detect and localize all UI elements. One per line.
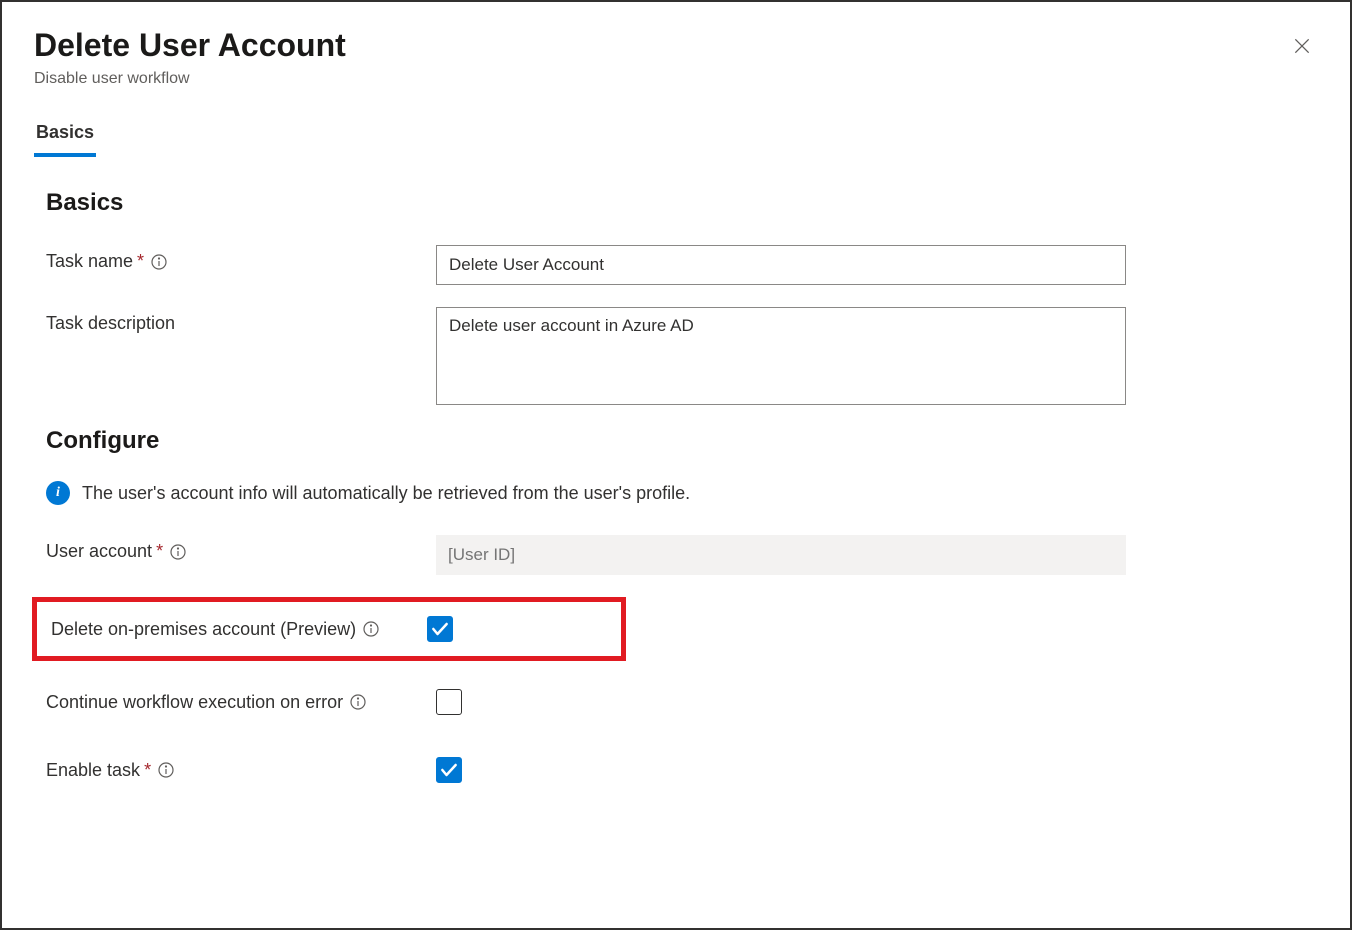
content-area: Basics Task name * Task description Del (34, 189, 1318, 783)
delete-on-premises-label: Delete on-premises account (Preview) (51, 619, 427, 640)
highlight-box: Delete on-premises account (Preview) (32, 597, 626, 661)
tabs: Basics (34, 116, 1318, 157)
task-description-label: Task description (46, 307, 436, 334)
task-edit-panel: Delete User Account Disable user workflo… (0, 0, 1352, 930)
delete-on-premises-checkbox[interactable] (427, 616, 453, 642)
user-account-row: User account * (46, 535, 1318, 575)
task-name-input[interactable] (436, 245, 1126, 285)
user-account-input (436, 535, 1126, 575)
info-banner: i The user's account info will automatic… (46, 481, 1318, 505)
info-icon[interactable] (362, 620, 380, 638)
required-marker: * (144, 760, 151, 781)
task-name-label: Task name * (46, 245, 436, 272)
info-banner-text: The user's account info will automatical… (82, 483, 690, 504)
task-description-input[interactable]: Delete user account in Azure AD (436, 307, 1126, 405)
delete-on-premises-row: Delete on-premises account (Preview) (51, 616, 621, 642)
section-configure-title: Configure (46, 427, 1318, 455)
close-button[interactable] (1286, 30, 1318, 65)
continue-on-error-checkbox[interactable] (436, 689, 462, 715)
task-description-row: Task description Delete user account in … (46, 307, 1318, 405)
panel-header: Delete User Account Disable user workflo… (34, 26, 1318, 88)
info-icon[interactable] (349, 693, 367, 711)
enable-task-row: Enable task * (46, 757, 1318, 783)
enable-task-checkbox[interactable] (436, 757, 462, 783)
required-marker: * (156, 541, 163, 562)
continue-on-error-row: Continue workflow execution on error (46, 689, 1318, 715)
panel-title: Delete User Account (34, 26, 346, 64)
info-icon[interactable] (157, 761, 175, 779)
section-basics-title: Basics (46, 189, 1318, 217)
enable-task-label: Enable task * (46, 760, 436, 781)
continue-on-error-label: Continue workflow execution on error (46, 692, 436, 713)
tab-basics[interactable]: Basics (34, 116, 96, 157)
required-marker: * (137, 251, 144, 272)
info-icon[interactable] (169, 543, 187, 561)
user-account-label: User account * (46, 535, 436, 562)
close-icon (1292, 44, 1312, 59)
panel-subtitle: Disable user workflow (34, 70, 346, 88)
info-banner-icon: i (46, 481, 70, 505)
task-name-row: Task name * (46, 245, 1318, 285)
info-icon[interactable] (150, 253, 168, 271)
